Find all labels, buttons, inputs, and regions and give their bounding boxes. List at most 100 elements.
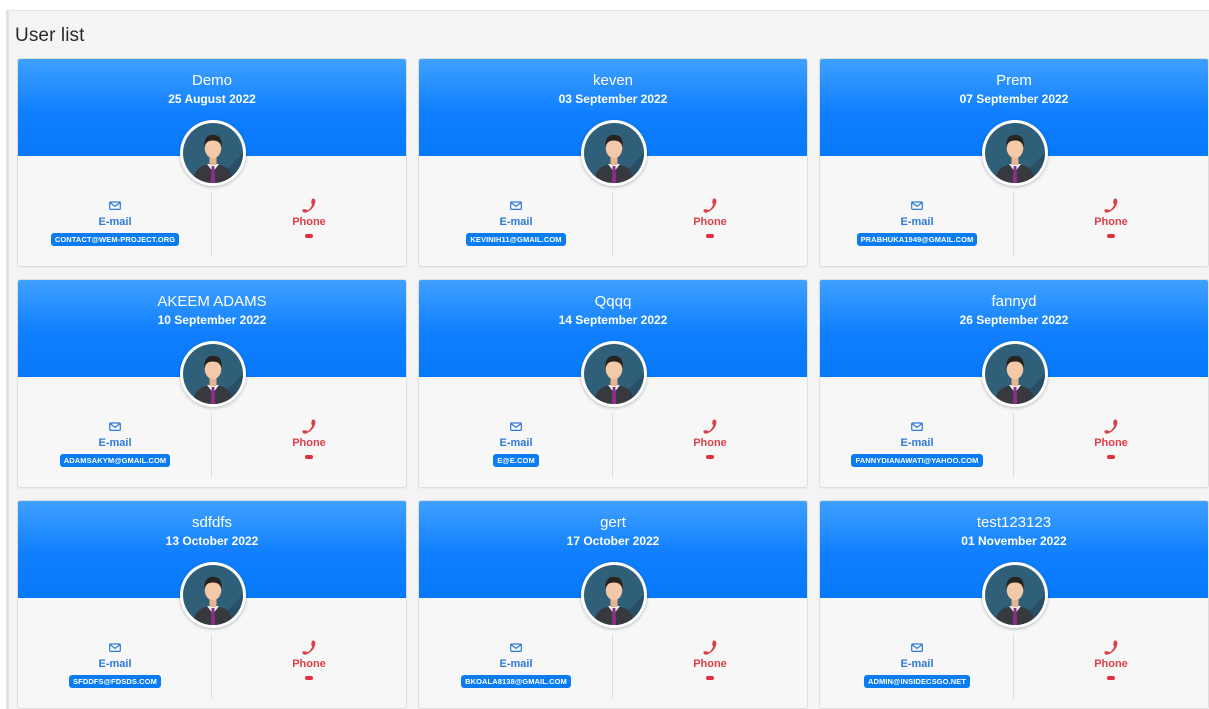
envelope-icon — [18, 639, 212, 657]
email-badge[interactable]: KEVINIH11@GMAIL.COM — [466, 233, 566, 246]
phone-badge[interactable] — [1107, 455, 1115, 459]
user-date: 01 November 2022 — [961, 534, 1067, 548]
user-list-panel: User list Demo 25 August 2022 E-mail CON… — [6, 10, 1209, 709]
user-name: AKEEM ADAMS — [157, 293, 267, 310]
user-name: keven — [592, 72, 634, 89]
phone-icon — [212, 197, 406, 215]
phone-badge[interactable] — [305, 455, 313, 459]
email-section: E-mail PRABHUKA1949@GMAIL.COM — [820, 197, 1014, 247]
phone-label: Phone — [292, 658, 326, 670]
phone-badge[interactable] — [305, 676, 313, 680]
phone-icon — [1014, 197, 1208, 215]
phone-label: Phone — [1094, 658, 1128, 670]
phone-icon — [613, 639, 807, 657]
phone-label: Phone — [693, 216, 727, 228]
user-card[interactable]: sdfdfs 13 October 2022 E-mail SFDDFS@FDS… — [17, 500, 407, 709]
user-card-grid: Demo 25 August 2022 E-mail CONTACT@WEM-P… — [17, 58, 1209, 709]
phone-badge[interactable] — [1107, 676, 1115, 680]
phone-badge[interactable] — [706, 455, 714, 459]
phone-badge[interactable] — [706, 234, 714, 238]
phone-icon — [613, 197, 807, 215]
user-avatar-icon — [581, 562, 647, 628]
envelope-icon — [18, 418, 212, 436]
user-avatar-icon — [581, 120, 647, 186]
user-avatar-icon — [180, 562, 246, 628]
user-date: 25 August 2022 — [168, 92, 256, 106]
user-card[interactable]: keven 03 September 2022 E-mail KEVINIH11… — [418, 58, 808, 267]
email-section: E-mail ADAMSAKYM@GMAIL.COM — [18, 418, 212, 468]
email-badge[interactable]: CONTACT@WEM-PROJECT.ORG — [50, 233, 180, 246]
user-date: 26 September 2022 — [959, 313, 1069, 327]
phone-label: Phone — [693, 437, 727, 449]
email-badge[interactable]: ADMIN@INSIDECSGO.NET — [863, 675, 971, 688]
page-title: User list — [15, 25, 85, 46]
email-label: E-mail — [499, 216, 533, 228]
phone-section: Phone — [212, 197, 406, 247]
phone-section: Phone — [613, 639, 807, 689]
user-date: 10 September 2022 — [157, 313, 267, 327]
phone-section: Phone — [613, 197, 807, 247]
email-section: E-mail KEVINIH11@GMAIL.COM — [419, 197, 613, 247]
user-name: test123123 — [976, 514, 1052, 531]
envelope-icon — [419, 418, 613, 436]
user-avatar-icon — [581, 341, 647, 407]
phone-badge[interactable] — [706, 676, 714, 680]
user-name: Qqqq — [594, 293, 632, 310]
envelope-icon — [820, 639, 1014, 657]
phone-icon — [1014, 418, 1208, 436]
phone-badge[interactable] — [1107, 234, 1115, 238]
user-card[interactable]: AKEEM ADAMS 10 September 2022 E-mail ADA… — [17, 279, 407, 488]
phone-section: Phone — [212, 418, 406, 468]
user-date: 14 September 2022 — [558, 313, 668, 327]
envelope-icon — [18, 197, 212, 215]
user-card[interactable]: gert 17 October 2022 E-mail BKOALA8138@G… — [418, 500, 808, 709]
email-badge[interactable]: E@E.COM — [493, 454, 539, 467]
email-label: E-mail — [900, 216, 934, 228]
phone-icon — [212, 639, 406, 657]
email-badge[interactable]: BKOALA8138@GMAIL.COM — [461, 675, 571, 688]
email-label: E-mail — [98, 216, 132, 228]
user-card[interactable]: fannyd 26 September 2022 E-mail FANNYDIA… — [819, 279, 1209, 488]
user-card[interactable]: Qqqq 14 September 2022 E-mail E@E.COM Ph… — [418, 279, 808, 488]
user-card[interactable]: Prem 07 September 2022 E-mail PRABHUKA19… — [819, 58, 1209, 267]
email-badge[interactable]: PRABHUKA1949@GMAIL.COM — [856, 233, 978, 246]
email-section: E-mail E@E.COM — [419, 418, 613, 468]
email-badge[interactable]: SFDDFS@FDSDS.COM — [69, 675, 161, 688]
email-badge[interactable]: FANNYDIANAWATI@YAHOO.COM — [851, 454, 983, 467]
user-card[interactable]: Demo 25 August 2022 E-mail CONTACT@WEM-P… — [17, 58, 407, 267]
phone-label: Phone — [292, 216, 326, 228]
email-section: E-mail SFDDFS@FDSDS.COM — [18, 639, 212, 689]
user-avatar-icon — [180, 341, 246, 407]
user-name: Prem — [996, 72, 1032, 89]
email-label: E-mail — [499, 437, 533, 449]
envelope-icon — [419, 197, 613, 215]
email-label: E-mail — [98, 437, 132, 449]
user-name: Demo — [191, 72, 232, 89]
user-avatar-icon — [982, 341, 1048, 407]
phone-section: Phone — [212, 639, 406, 689]
email-section: E-mail ADMIN@INSIDECSGO.NET — [820, 639, 1014, 689]
phone-section: Phone — [1014, 418, 1208, 468]
phone-icon — [1014, 639, 1208, 657]
phone-section: Phone — [613, 418, 807, 468]
email-label: E-mail — [900, 437, 934, 449]
phone-label: Phone — [693, 658, 727, 670]
phone-icon — [613, 418, 807, 436]
email-section: E-mail BKOALA8138@GMAIL.COM — [419, 639, 613, 689]
envelope-icon — [820, 418, 1014, 436]
user-avatar-icon — [982, 562, 1048, 628]
user-avatar-icon — [180, 120, 246, 186]
email-badge[interactable]: ADAMSAKYM@GMAIL.COM — [59, 454, 171, 467]
phone-label: Phone — [1094, 216, 1128, 228]
user-name: sdfdfs — [191, 514, 233, 531]
user-avatar-icon — [982, 120, 1048, 186]
email-section: E-mail FANNYDIANAWATI@YAHOO.COM — [820, 418, 1014, 468]
user-card[interactable]: test123123 01 November 2022 E-mail ADMIN… — [819, 500, 1209, 709]
email-section: E-mail CONTACT@WEM-PROJECT.ORG — [18, 197, 212, 247]
user-date: 13 October 2022 — [165, 534, 259, 548]
email-label: E-mail — [499, 658, 533, 670]
user-name: fannyd — [991, 293, 1037, 310]
user-date: 07 September 2022 — [959, 92, 1069, 106]
phone-badge[interactable] — [305, 234, 313, 238]
phone-label: Phone — [1094, 437, 1128, 449]
